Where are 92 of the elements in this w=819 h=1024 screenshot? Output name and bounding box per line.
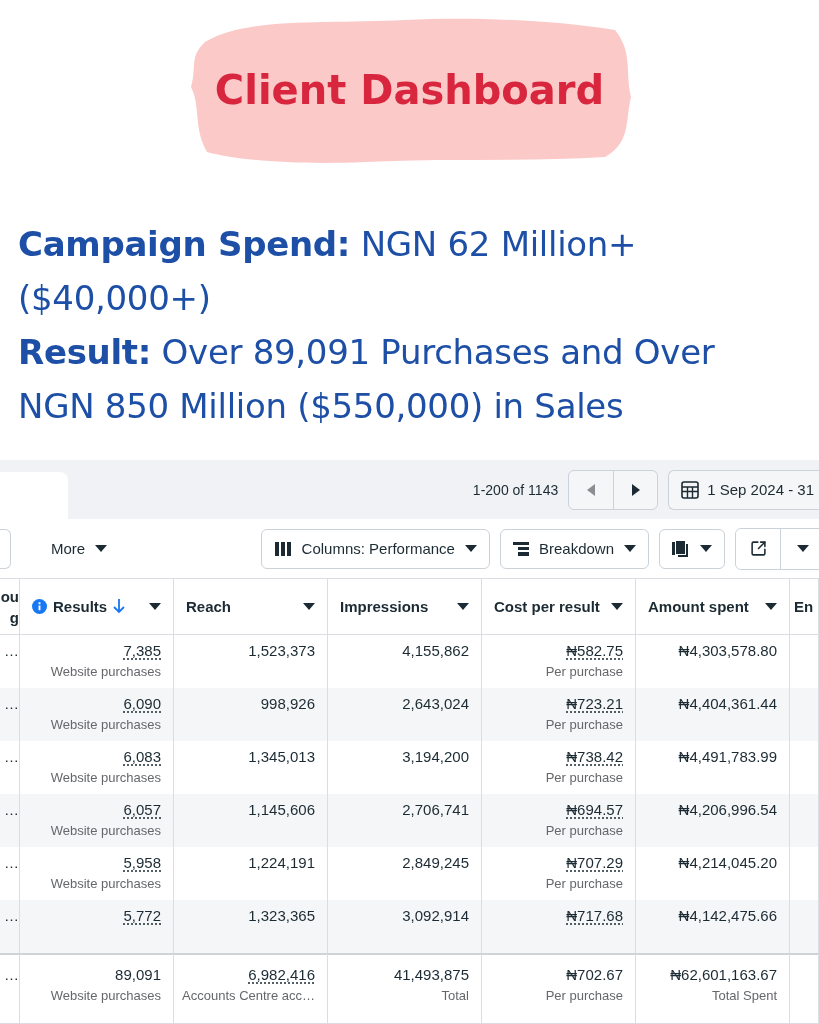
cell-caption: Total: [441, 987, 469, 1005]
table-cell: ₦4,303,578.80: [678, 641, 777, 661]
caret-icon: [149, 603, 161, 610]
caret-icon: [95, 545, 108, 553]
table-cell: …: [4, 965, 19, 985]
sort-arrow-icon: [113, 599, 126, 614]
cell-caption: Per purchase: [545, 822, 623, 840]
caret-icon: [611, 603, 623, 610]
table-cell: 89,091: [115, 965, 161, 985]
table-cell: ₦62,601,163.67: [670, 965, 777, 985]
cell-caption: Per purchase: [545, 663, 623, 681]
table-cell: ₦738.42: [566, 747, 623, 767]
table-cell: …: [4, 747, 19, 767]
table-cell: 6,057: [123, 800, 161, 820]
caret-icon: [457, 603, 469, 610]
column-header[interactable]: ou g: [0, 585, 19, 628]
highlight-text: Campaign Spend: NGN 62 Million+ ($40,000+): [18, 223, 638, 320]
info-icon: [32, 599, 47, 614]
table-cell: 41,493,875: [393, 965, 469, 985]
cell-caption: Website purchases: [50, 769, 161, 787]
table-cell: 2,849,245: [402, 853, 469, 873]
table-cell: ₦4,142,475.66: [678, 906, 777, 926]
cell-caption: Per purchase: [545, 716, 623, 734]
filter-field[interactable]: [0, 528, 11, 569]
table-cell: 7,385: [123, 641, 161, 661]
column-header[interactable]: Results: [53, 596, 108, 617]
caret-icon: [303, 603, 315, 610]
table-cell: ₦4,404,361.44: [678, 694, 777, 714]
table-cell: 1,323,365: [248, 906, 315, 926]
calendar-icon: [681, 480, 700, 499]
table-cell: ₦717.68: [566, 906, 623, 926]
table-cell: 2,643,024: [402, 694, 469, 714]
cell-caption: Website purchases: [50, 987, 161, 1005]
table-cell: ₦4,491,783.99: [678, 747, 777, 767]
column-header[interactable]: Impressions: [340, 596, 429, 617]
column-header[interactable]: Cost per result: [494, 596, 600, 617]
cell-caption: Website purchases: [50, 875, 161, 893]
right-triangle-icon: [631, 483, 640, 496]
cell-caption: Website purchases: [50, 716, 161, 734]
table-cell: ₦702.67: [566, 965, 623, 985]
table-cell: 3,194,200: [402, 747, 469, 767]
column-header[interactable]: Amount spent: [648, 596, 749, 617]
column-header[interactable]: En: [794, 596, 814, 617]
breakdown-button[interactable]: Breakdown: [499, 528, 649, 569]
caret-icon: [765, 603, 777, 610]
table-cell: …: [4, 800, 19, 820]
table-cell: ₦4,206,996.54: [678, 800, 777, 820]
cell-caption: Website purchases: [50, 663, 161, 681]
cell-caption: Website purchases: [50, 822, 161, 840]
table-cell: 6,982,416: [248, 965, 315, 985]
table-cell: …: [4, 694, 19, 714]
cell-caption: Accounts Centre acc…: [182, 987, 315, 1005]
table-cell: 3,092,914: [402, 906, 469, 926]
cell-caption: Per purchase: [545, 769, 623, 787]
share-icon: [749, 540, 767, 558]
table-cell: ₦694.57: [566, 800, 623, 820]
caret-icon: [624, 545, 636, 553]
table-cell: ₦582.75: [566, 641, 623, 661]
columns-button[interactable]: Columns: Performance: [260, 528, 490, 569]
table-cell: …: [4, 906, 19, 926]
table-cell: 1,145,606: [248, 800, 315, 820]
caret-icon: [700, 545, 712, 553]
table-cell: …: [4, 853, 19, 873]
cell-caption: Per purchase: [545, 875, 623, 893]
reports-button[interactable]: [659, 528, 725, 569]
table-cell: 6,090: [123, 694, 161, 714]
table-cell: 1,523,373: [248, 641, 315, 661]
table-cell: 2,706,741: [402, 800, 469, 820]
table-cell: 1,345,013: [248, 747, 315, 767]
table-cell: 6,083: [123, 747, 161, 767]
highlight-text: Result: Over 89,091 Purchases and Over NGN 850 Million ($550,000) in Sales: [18, 331, 716, 428]
caret-icon: [464, 545, 477, 553]
documents-icon: [672, 540, 690, 557]
date-range-button[interactable]: 1 Sep 2024 - 31: [668, 469, 819, 510]
left-triangle-icon: [587, 483, 596, 496]
table-cell: …: [4, 641, 19, 661]
breakdown-icon: [512, 541, 529, 556]
table-cell: 5,958: [123, 853, 161, 873]
table-cell: 5,772: [123, 906, 161, 926]
table-cell: ₦707.29: [566, 853, 623, 873]
cell-caption: Total Spent: [711, 987, 777, 1005]
table-cell: ₦723.21: [566, 694, 623, 714]
table-cell: 1,224,191: [248, 853, 315, 873]
table-cell: 998,926: [260, 694, 315, 714]
table-cell: 4,155,862: [402, 641, 469, 661]
column-header[interactable]: Reach: [186, 596, 232, 617]
page-title: Client Dashboard: [214, 66, 605, 113]
caret-icon: [796, 545, 809, 553]
columns-icon: [273, 541, 292, 556]
cell-caption: Per purchase: [545, 987, 623, 1005]
pagination-count: 1-200 of 1143: [472, 481, 559, 498]
table-cell: ₦4,214,045.20: [678, 853, 777, 873]
